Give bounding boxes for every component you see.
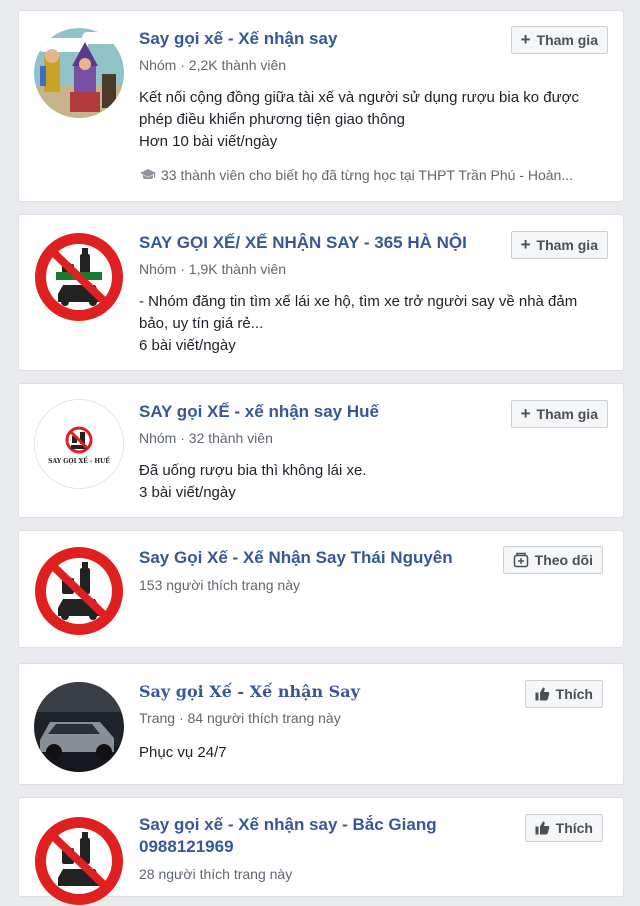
join-group-button[interactable]: + Tham gia: [510, 400, 608, 428]
result-title-link[interactable]: Say gọi xế - Xế nhận say - Bắc Giang 098…: [139, 814, 437, 858]
like-page-button[interactable]: Thích: [524, 814, 603, 842]
description-line: Kết nối cộng đồng giữa tài xế và người s…: [139, 89, 579, 106]
result-title-link[interactable]: SAY GỌI XẾ/ XẾ NHẬN SAY - 365 HÀ NỘI: [139, 232, 467, 254]
plus-icon: +: [520, 404, 531, 423]
title-line: Say gọi xế - Xế nhận say - Bắc Giang: [139, 815, 437, 834]
join-group-button[interactable]: + Tham gia: [510, 26, 608, 54]
car-photo-icon: [34, 682, 124, 772]
result-description: - Nhóm đăng tin tìm xế lái xe hộ, tìm xe…: [139, 291, 577, 357]
like-icon: [535, 687, 550, 701]
description-line: bảo, uy tín giá rẻ...: [139, 315, 264, 332]
result-description: Phục vụ 24/7: [139, 742, 227, 764]
like-button-label: Thích: [555, 686, 593, 702]
result-description: Kết nối cộng đồng giữa tài xế và người s…: [139, 87, 579, 153]
logo-caption: SAY GỌI XẾ - HUẾ: [48, 458, 110, 465]
result-card-1: Say gọi xế - Xế nhận say Nhóm · 2,2K thà…: [18, 10, 624, 202]
page-avatar-car-photo[interactable]: [34, 682, 124, 772]
posts-per-day: 3 bài viết/ngày: [139, 484, 236, 501]
result-meta: Nhóm · 32 thành viên: [139, 430, 273, 446]
description-line: Phục vụ 24/7: [139, 744, 227, 761]
result-meta: Trang · 84 người thích trang này: [139, 710, 341, 726]
result-card-3: SAY GỌI XẾ - HUẾ SAY gọi XẾ - xế nhận sa…: [18, 383, 624, 518]
group-avatar-no-drink-drive[interactable]: [34, 232, 124, 322]
like-button-label: Thích: [555, 820, 593, 836]
result-card-5: Say gọi Xế - Xế nhận Say Trang · 84 ngườ…: [18, 663, 624, 785]
join-button-label: Tham gia: [536, 406, 598, 422]
mutual-members-note: 33 thành viên cho biết họ đã từng học tạ…: [139, 167, 573, 183]
graduation-cap-icon: [140, 169, 156, 180]
no-drink-drive-sign-icon: [35, 233, 123, 321]
posts-per-day: 6 bài viết/ngày: [139, 337, 236, 354]
page-avatar-no-drink-drive[interactable]: [34, 816, 124, 906]
result-title-link[interactable]: Say Gọi Xế - Xế Nhận Say Thái Nguyên: [139, 547, 453, 569]
title-phone-line: 0988121969: [139, 837, 234, 856]
plus-icon: +: [520, 235, 531, 254]
result-description: Đã uống rượu bia thì không lái xe. 3 bài…: [139, 460, 367, 504]
posts-per-day: Hơn 10 bài viết/ngày: [139, 133, 278, 150]
result-title-link[interactable]: Say gọi xế - Xế nhận say: [139, 28, 337, 50]
small-no-drink-sign-icon: [35, 400, 123, 488]
like-icon: [535, 821, 550, 835]
description-line: phép điều khiển phương tiện giao thông: [139, 111, 405, 128]
result-meta: Nhóm · 2,2K thành viên: [139, 57, 287, 73]
description-line: Đã uống rượu bia thì không lái xe.: [139, 462, 367, 479]
join-group-button[interactable]: + Tham gia: [510, 231, 608, 259]
follow-button-label: Theo dõi: [534, 552, 593, 568]
follow-icon: [513, 552, 529, 568]
result-card-6: Say gọi xế - Xế nhận say - Bắc Giang 098…: [18, 797, 624, 905]
no-drink-drive-sign-icon: [35, 547, 123, 635]
result-meta: 28 người thích trang này: [139, 866, 293, 882]
result-card-4: Say Gọi Xế - Xế Nhận Say Thái Nguyên 153…: [18, 530, 624, 648]
plus-icon: +: [520, 30, 531, 49]
cartoon-image-icon: [34, 28, 124, 118]
result-title-link[interactable]: SAY gọi XẾ - xế nhận say Huế: [139, 401, 379, 423]
no-drink-drive-sign-icon: [35, 817, 123, 905]
like-page-button[interactable]: Thích: [524, 680, 603, 708]
result-meta: 153 người thích trang này: [139, 577, 300, 593]
description-line: - Nhóm đăng tin tìm xế lái xe hộ, tìm xe…: [139, 293, 578, 310]
mutual-members-text: 33 thành viên cho biết họ đã từng học tạ…: [161, 167, 573, 183]
follow-page-button[interactable]: Theo dõi: [502, 546, 603, 574]
result-meta: Nhóm · 1,9K thành viên: [139, 261, 287, 277]
join-button-label: Tham gia: [536, 32, 598, 48]
result-card-2: SAY GỌI XẾ/ XẾ NHẬN SAY - 365 HÀ NỘI Nhó…: [18, 214, 624, 371]
group-avatar-hue-logo[interactable]: SAY GỌI XẾ - HUẾ: [34, 399, 124, 489]
page-avatar-no-drink-drive[interactable]: [34, 546, 124, 636]
group-avatar-cartoon[interactable]: [34, 28, 124, 118]
join-button-label: Tham gia: [536, 237, 598, 253]
result-title-link[interactable]: Say gọi Xế - Xế nhận Say: [139, 681, 360, 703]
